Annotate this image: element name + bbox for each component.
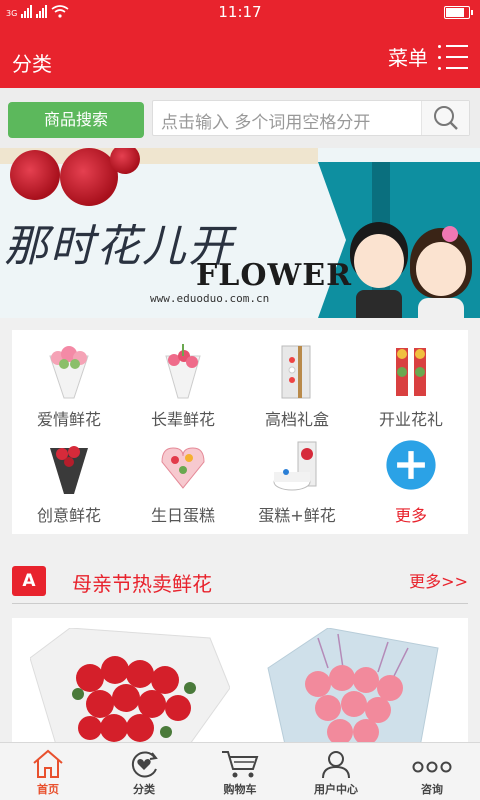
category-label: 开业花礼 xyxy=(378,410,443,429)
category-label: 蛋糕+鲜花 xyxy=(258,506,336,525)
bottom-nav: 首页 分类 购物车 用户中心 咨询 xyxy=(0,742,480,800)
gift-box-icon xyxy=(281,345,311,399)
flower-basket-icon xyxy=(396,348,426,396)
battery-fill xyxy=(446,8,464,17)
app-header: 分类 菜单 xyxy=(0,26,480,88)
promo-banner[interactable]: 那时花儿开 FLOWER www.eduoduo.com.cn xyxy=(0,148,480,318)
user-icon xyxy=(322,751,350,779)
product-list xyxy=(12,618,468,748)
category-label: 生日蛋糕 xyxy=(150,506,215,525)
battery-icon xyxy=(444,6,473,19)
category-item[interactable]: 开业花礼 xyxy=(354,334,468,430)
rose-image xyxy=(110,148,140,174)
bouquet-dark-icon xyxy=(50,446,88,494)
category-label: 长辈鲜花 xyxy=(150,410,215,429)
cake-flower-icon xyxy=(273,441,317,491)
nav-home[interactable]: 首页 xyxy=(0,743,96,800)
rose-image xyxy=(10,150,60,200)
section-title: 母亲节热卖鲜花 xyxy=(72,572,212,596)
search-input[interactable]: 点击输入 多个词用空格分开 xyxy=(152,100,470,136)
more-categories-button[interactable]: 更多 xyxy=(354,430,468,526)
category-label: 更多 xyxy=(394,506,427,525)
nav-consult[interactable]: 咨询 xyxy=(384,743,480,800)
birthday-cake-icon xyxy=(161,447,205,489)
product-search-button[interactable]: 商品搜索 xyxy=(8,102,144,138)
nav-category[interactable]: 分类 xyxy=(96,743,192,800)
nav-user-center[interactable]: 用户中心 xyxy=(288,743,384,800)
bouquet-pink-icon xyxy=(49,346,89,399)
category-item[interactable]: 创意鲜花 xyxy=(12,430,126,526)
nav-label: 首页 xyxy=(37,783,59,796)
more-dots-icon xyxy=(412,761,452,773)
product-image-pink-carnations[interactable] xyxy=(248,628,448,748)
section-more-link[interactable]: 更多>> xyxy=(409,568,468,592)
menu-button[interactable]: 菜单 xyxy=(388,42,468,71)
category-heart-icon xyxy=(131,751,158,778)
category-item[interactable]: 生日蛋糕 xyxy=(126,430,240,526)
bouquet-carnation-icon xyxy=(165,344,201,399)
category-item[interactable]: 爱情鲜花 xyxy=(12,334,126,430)
product-image-red-carnations[interactable] xyxy=(30,628,230,748)
menu-label: 菜单 xyxy=(388,46,428,70)
search-icon[interactable] xyxy=(421,101,469,135)
cart-icon xyxy=(222,751,259,778)
plus-icon xyxy=(386,440,436,490)
nav-cart[interactable]: 购物车 xyxy=(192,743,288,800)
category-grid: 爱情鲜花 长辈鲜花 高档礼盒 开业花礼 创意鲜花 生日蛋糕 蛋糕+鲜花 更多 xyxy=(12,330,468,534)
category-label: 创意鲜花 xyxy=(36,506,101,525)
status-bar: 3G 11:17 xyxy=(0,0,480,26)
banner-title-en: FLOWER xyxy=(196,258,353,293)
search-bar: 商品搜索 点击输入 多个词用空格分开 xyxy=(0,88,480,148)
clock: 11:17 xyxy=(218,3,262,21)
category-item[interactable]: 高档礼盒 xyxy=(240,334,354,430)
nav-label: 分类 xyxy=(133,783,155,796)
nav-label: 用户中心 xyxy=(314,783,358,796)
home-icon xyxy=(33,749,63,778)
page-title: 分类 xyxy=(12,52,52,76)
category-item[interactable]: 长辈鲜花 xyxy=(126,334,240,430)
search-placeholder: 点击输入 多个词用空格分开 xyxy=(161,113,371,133)
section-badge: A xyxy=(12,566,46,596)
nav-label: 咨询 xyxy=(421,783,443,796)
banner-url: www.eduoduo.com.cn xyxy=(150,292,270,305)
category-item[interactable]: 蛋糕+鲜花 xyxy=(240,430,354,526)
category-label: 爱情鲜花 xyxy=(36,410,101,429)
couple-illustration xyxy=(344,216,480,318)
category-label: 高档礼盒 xyxy=(264,410,329,429)
nav-label: 购物车 xyxy=(223,783,257,796)
section-header: A 母亲节热卖鲜花 更多>> xyxy=(12,558,468,604)
hamburger-icon xyxy=(438,44,468,70)
